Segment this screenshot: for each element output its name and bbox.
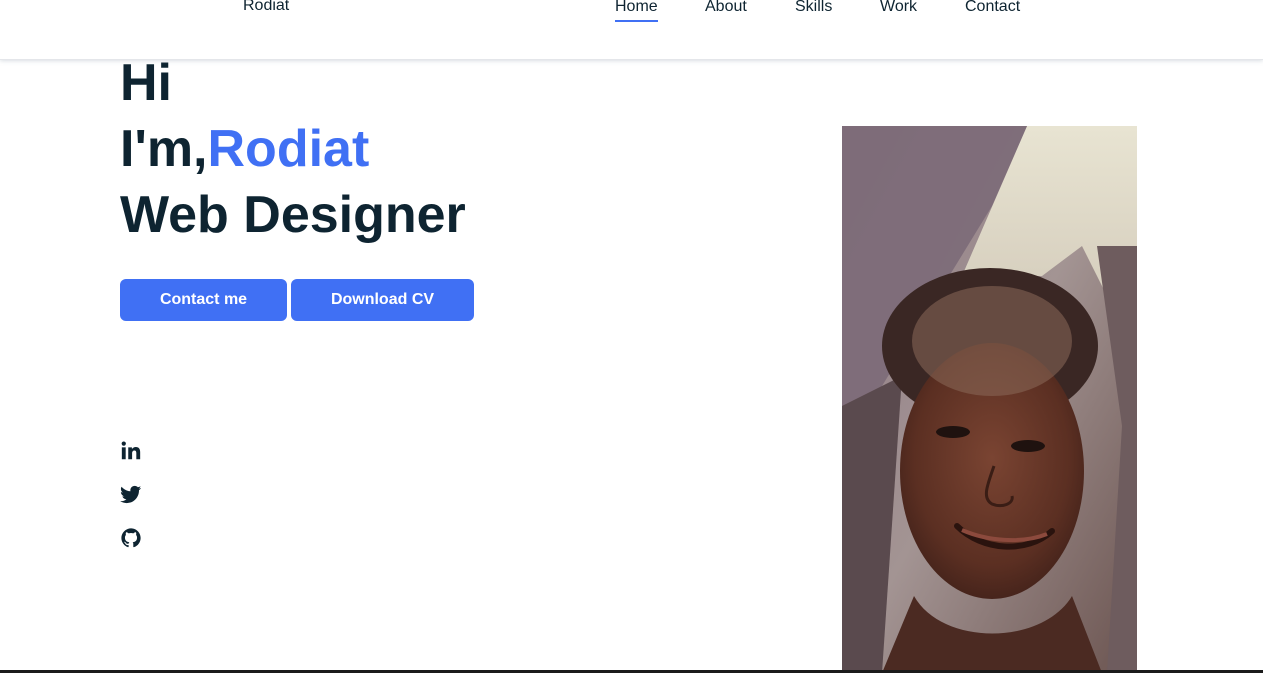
hero-title: Hi I'm,Rodiat Web Designer — [120, 50, 466, 248]
site-header: Rodiat Home About Skills Work Contact — [0, 0, 1263, 60]
github-link[interactable] — [120, 527, 144, 551]
download-cv-button[interactable]: Download CV — [291, 279, 474, 321]
twitter-link[interactable] — [120, 483, 144, 507]
nav-skills[interactable]: Skills — [795, 0, 832, 17]
twitter-icon — [120, 485, 142, 504]
hero-greeting: Hi — [120, 54, 172, 112]
contact-me-button[interactable]: Contact me — [120, 279, 287, 321]
linkedin-icon — [121, 441, 141, 460]
linkedin-link[interactable] — [120, 440, 144, 464]
hero-name: Rodiat — [207, 120, 370, 178]
nav-home[interactable]: Home — [615, 0, 658, 22]
hero-role: Web Designer — [120, 186, 466, 244]
github-icon — [121, 528, 141, 548]
main-nav: Home About Skills Work Contact — [0, 0, 1263, 27]
nav-work[interactable]: Work — [880, 0, 917, 17]
profile-photo — [842, 126, 1137, 673]
portrait-image — [842, 126, 1137, 673]
hero-intro: I'm, — [120, 120, 208, 178]
nav-contact[interactable]: Contact — [965, 0, 1020, 17]
nav-about[interactable]: About — [705, 0, 747, 17]
